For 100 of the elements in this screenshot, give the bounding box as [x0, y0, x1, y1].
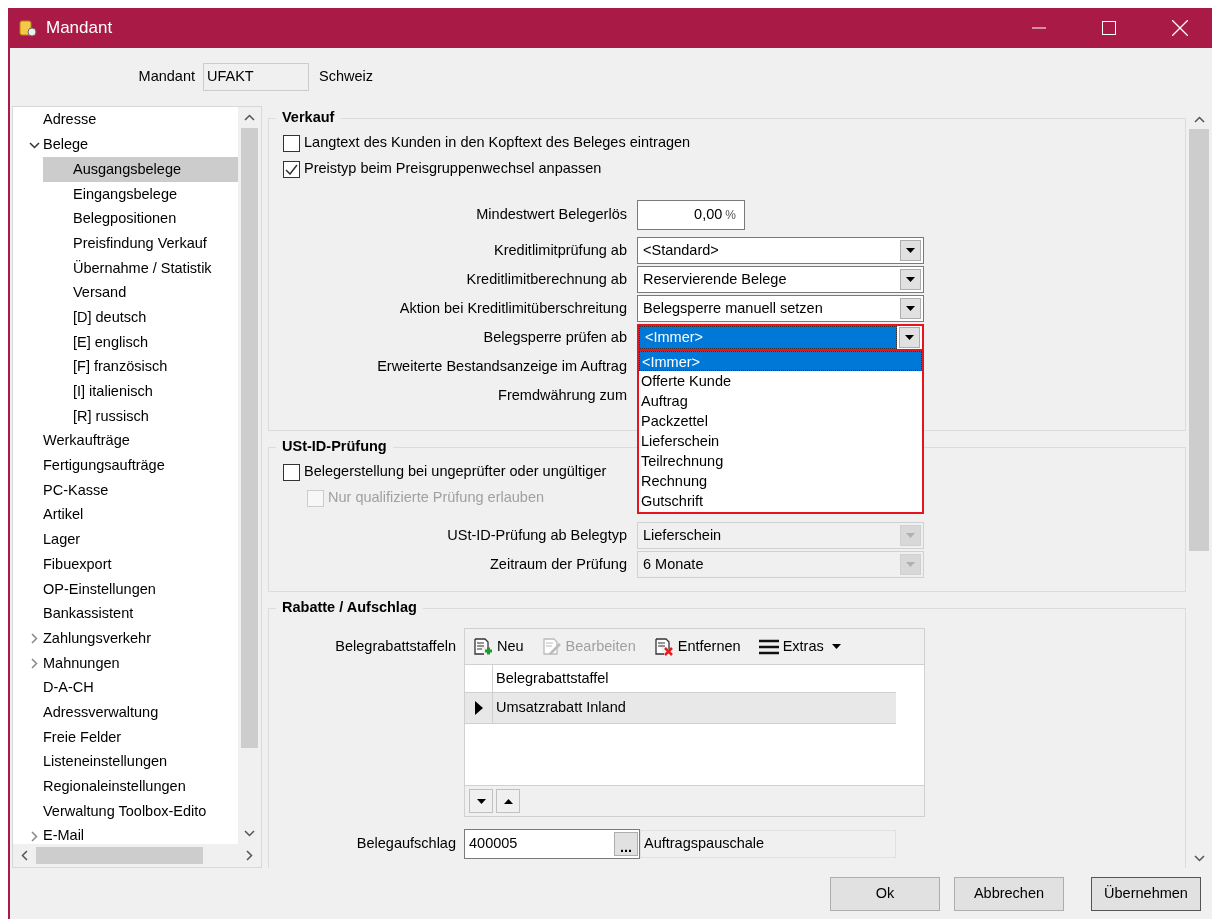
caret-icon — [476, 798, 486, 804]
chevron-up-icon[interactable] — [1193, 116, 1205, 123]
chevron-down-icon[interactable] — [1193, 855, 1205, 862]
dropdown-field[interactable]: <Standard> — [637, 237, 924, 264]
close-icon[interactable] — [1172, 20, 1188, 36]
chevron-left-icon[interactable] — [21, 850, 28, 861]
tree-item[interactable]: Belege — [43, 132, 97, 158]
tree-item[interactable]: Fibuexport — [43, 552, 120, 578]
dropdown-field[interactable]: Belegsperre manuell setzen — [637, 295, 924, 322]
window-title: Mandant — [46, 17, 113, 40]
tree-item[interactable]: OP-Einstellungen — [43, 577, 164, 602]
dropdown-arrow-button[interactable] — [900, 269, 921, 290]
tree-item[interactable]: [E] englisch — [43, 330, 156, 355]
scrollbar-thumb[interactable] — [36, 847, 203, 864]
tree-item[interactable]: [R] russisch — [43, 404, 157, 429]
chevron-down-icon[interactable] — [244, 830, 255, 837]
dropdown-option[interactable]: Teilrechnung — [639, 451, 922, 471]
dropdown-option[interactable]: Offerte Kunde — [639, 371, 922, 391]
mandant-label: Mandant — [138, 67, 195, 87]
chevron-down-icon[interactable] — [28, 141, 40, 149]
tree-item[interactable]: Preisfindung Verkauf — [43, 231, 215, 257]
tree-item[interactable]: Werkaufträge — [43, 428, 138, 454]
tree-item[interactable]: [F] französisch — [43, 354, 176, 380]
tree-item[interactable]: Zahlungsverkehr — [43, 626, 159, 652]
dropdown-value: <Immer> — [639, 326, 897, 349]
dropdown-option[interactable]: Rechnung — [639, 471, 922, 491]
checkbox-label: Langtext des Kunden in den Kopftext des Beleges eintragen — [304, 133, 691, 153]
tree-item[interactable]: Versand — [43, 280, 135, 306]
dialog-button[interactable]: Abbrechen — [954, 876, 1064, 911]
toolbar-button[interactable]: Entfernen — [653, 635, 741, 658]
checkbox[interactable] — [283, 160, 300, 178]
chevron-right-icon[interactable] — [30, 633, 38, 645]
scrollbar-thumb[interactable] — [1189, 129, 1209, 551]
new-document-icon — [473, 636, 493, 657]
dialog-button[interactable]: Übernehmen — [1091, 876, 1201, 911]
edit-document-icon — [541, 636, 562, 657]
chevron-right-icon[interactable] — [30, 830, 38, 842]
caret-icon — [831, 644, 841, 649]
toolbar-button[interactable]: Neu — [473, 635, 524, 658]
tree-item[interactable]: Fertigungsaufträge — [43, 453, 173, 479]
checkbox[interactable] — [283, 134, 300, 152]
tree-item[interactable]: D-A-CH — [43, 675, 102, 701]
input-field[interactable]: 400005 ... — [464, 829, 640, 859]
tree-item[interactable]: Adresse — [43, 108, 105, 133]
dropdown-option[interactable]: <Immer> — [639, 351, 922, 371]
field-label: Fremdwährung zum — [498, 385, 627, 405]
table-row[interactable]: Umsatzrabatt Inland — [465, 693, 896, 724]
dialog-button[interactable]: Ok — [830, 876, 940, 911]
field-label: USt-ID-Prüfung ab Belegtyp — [447, 525, 627, 545]
dropdown-arrow-button[interactable] — [899, 327, 920, 348]
dropdown-arrow-button[interactable] — [900, 240, 921, 261]
chevron-up-icon[interactable] — [244, 114, 255, 121]
checkbox[interactable] — [283, 463, 300, 481]
scrollbar-thumb[interactable] — [241, 128, 258, 748]
tree-item[interactable]: Regionaleinstellungen — [43, 774, 194, 800]
dropdown-option[interactable]: Lieferschein — [639, 431, 922, 451]
caret-icon — [906, 562, 915, 567]
tree-item[interactable]: Übernahme / Statistik — [43, 256, 220, 281]
dropdown-field[interactable]: Reservierende Belege — [637, 266, 924, 293]
maximize-icon[interactable] — [1102, 21, 1116, 35]
chevron-right-icon[interactable] — [246, 850, 253, 861]
caret-icon — [906, 533, 915, 538]
tree-item[interactable]: Eingangsbelege — [43, 182, 185, 207]
tree-item[interactable]: Lager — [43, 527, 89, 553]
caret-icon — [906, 306, 915, 311]
browse-button[interactable]: ... — [614, 832, 638, 856]
tree-item[interactable]: Ausgangsbelege — [43, 157, 238, 183]
toolbar-button[interactable]: Extras — [758, 635, 841, 658]
dropdown-option[interactable]: Packzettel — [639, 411, 922, 431]
tree-item[interactable]: Artikel — [43, 503, 92, 528]
group-title: Rabatte / Aufschlag — [281, 598, 418, 618]
move-up-button[interactable] — [496, 789, 520, 813]
tree-item[interactable]: Bankassistent — [43, 601, 142, 627]
caret-icon — [906, 248, 915, 253]
app-icon — [18, 18, 38, 38]
tree-item[interactable]: [I] italienisch — [43, 379, 161, 405]
dropdown-field[interactable]: <Immer> — [637, 324, 924, 351]
dropdown-arrow-button[interactable] — [900, 298, 921, 319]
mandant-field[interactable]: UFAKT — [203, 63, 309, 91]
move-down-button[interactable] — [469, 789, 493, 813]
caret-icon — [905, 335, 914, 340]
field-label: Erweiterte Bestandsanzeige im Auftrag — [377, 356, 627, 376]
chevron-right-icon[interactable] — [30, 657, 38, 669]
field-label: Aktion bei Kreditlimitüberschreitung — [399, 298, 627, 318]
dropdown-option[interactable]: Gutschrift — [639, 491, 922, 511]
tree-item[interactable]: E-Mail — [43, 823, 93, 844]
tree-item[interactable]: Mahnungen — [43, 651, 128, 676]
tree-item[interactable]: Freie Felder — [43, 725, 130, 750]
tree-item[interactable]: Listeneinstellungen — [43, 749, 176, 775]
tree-item[interactable]: [D] deutsch — [43, 305, 155, 331]
tree-item[interactable]: Adressverwaltung — [43, 700, 167, 726]
percent-field[interactable]: 0,00 % — [637, 200, 745, 230]
field-label: Zeitraum der Prüfung — [490, 554, 627, 574]
tree-item[interactable]: Belegpositionen — [43, 206, 185, 232]
dropdown-option[interactable]: Auftrag — [639, 391, 922, 411]
tree-item[interactable]: Verwaltung Toolbox-Edito — [43, 799, 215, 824]
horizontal-scrollbar[interactable] — [13, 844, 261, 867]
column-header[interactable]: Belegrabattstaffel — [493, 665, 896, 692]
tree-item[interactable]: PC-Kasse — [43, 478, 117, 503]
group-title: USt-ID-Prüfung — [281, 437, 388, 457]
